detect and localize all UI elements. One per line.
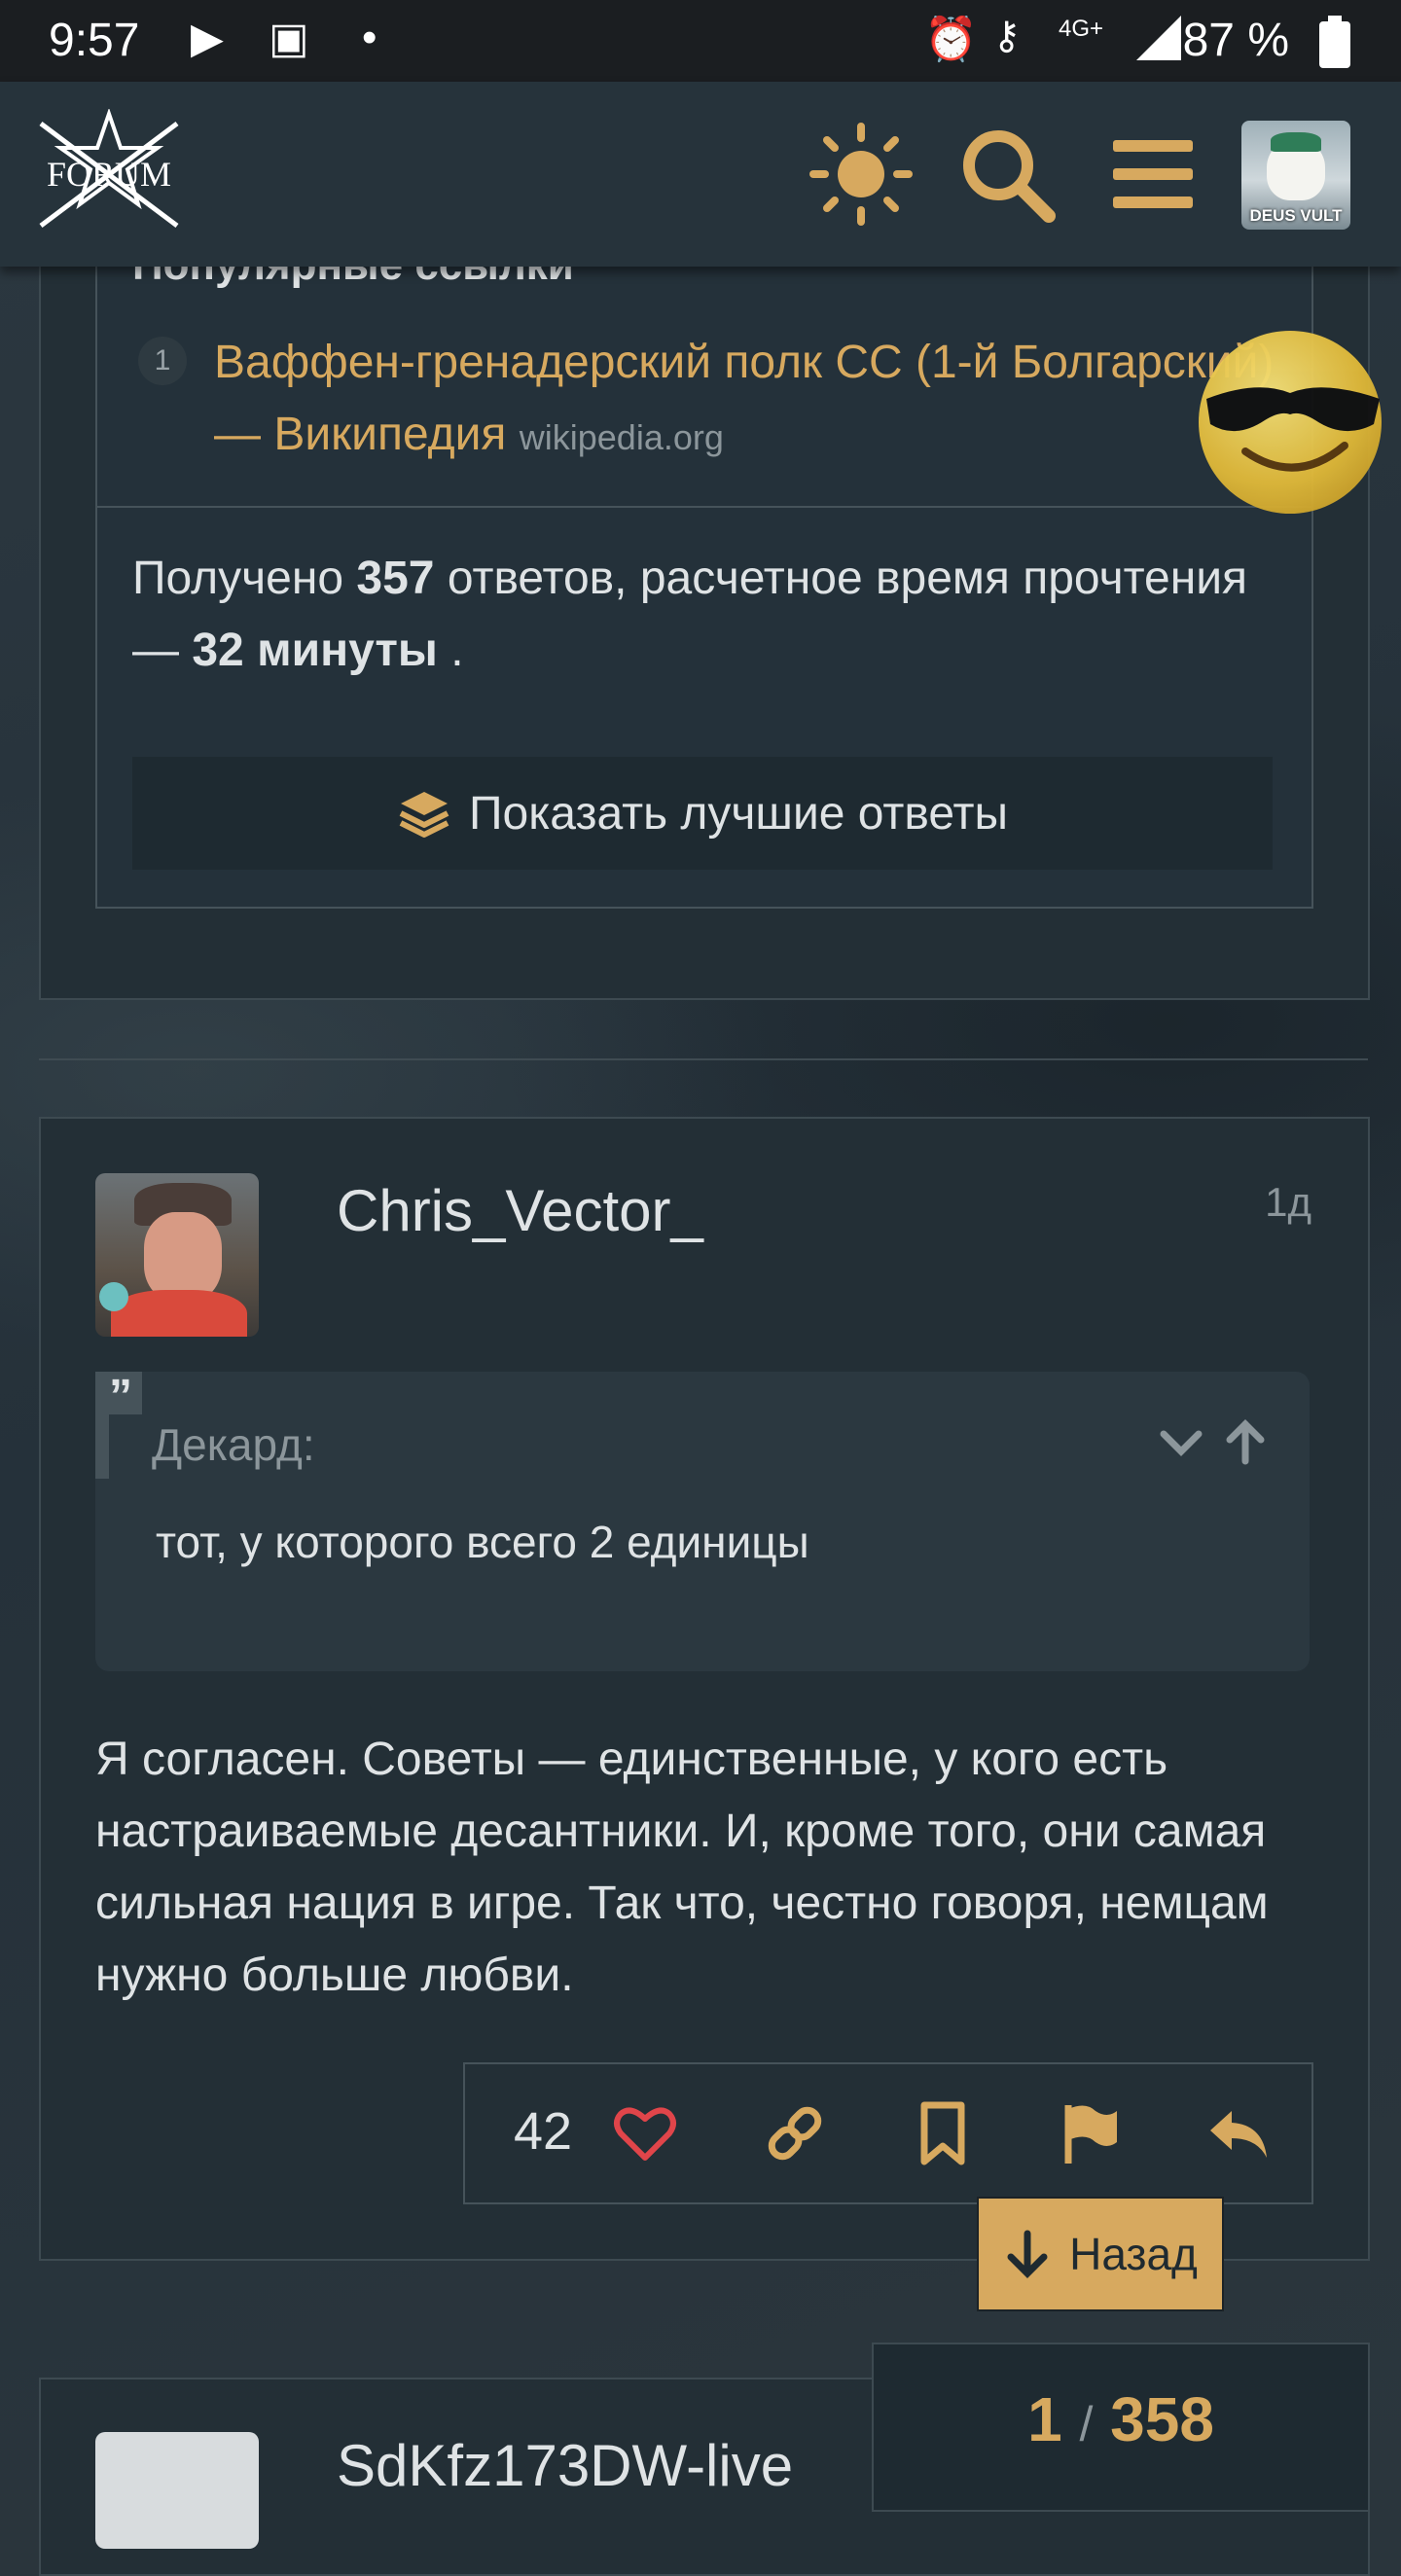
post-timestamp[interactable]: 1д	[1265, 1179, 1311, 1226]
show-best-replies-button[interactable]: Показать лучшие ответы	[132, 757, 1273, 870]
popular-link-title[interactable]: Ваффен-гренадерский полк СС (1-й Болгарс…	[214, 337, 1274, 460]
flag-icon[interactable]	[1057, 2099, 1125, 2167]
progress-separator: /	[1079, 2397, 1094, 2451]
avatar-shirt-shape	[111, 1290, 247, 1337]
status-time: 9:57	[49, 15, 140, 66]
alarm-icon: ⏰	[924, 16, 978, 63]
popular-link[interactable]: Ваффен-гренадерский полк СС (1-й Болгарс…	[214, 327, 1284, 474]
user-avatar[interactable]: DEUS VULT	[1241, 121, 1350, 230]
network-type: 4G+	[1059, 16, 1104, 42]
back-button[interactable]: Назад	[977, 2197, 1224, 2311]
popular-link-domain: wikipedia.org	[519, 417, 724, 457]
dot-icon: •	[362, 14, 377, 61]
back-button-label: Назад	[1069, 2229, 1198, 2279]
signal-icon	[1134, 14, 1183, 73]
chevron-down-icon[interactable]	[1154, 1414, 1208, 1469]
hamburger-menu-icon[interactable]	[1099, 121, 1206, 228]
replies-count: 357	[356, 553, 435, 604]
avatar-caption: DEUS VULT	[1249, 206, 1343, 225]
quote-author[interactable]: Декард:	[152, 1418, 315, 1471]
status-bar: 9:57 ▶ ▣ • ⏰ ⚷ 4G+ 87 %	[0, 0, 1401, 82]
avatar-face-shape	[144, 1212, 222, 1302]
site-header: FORUM DEUS VULT	[0, 82, 1401, 267]
avatar-hat-shape	[1271, 132, 1321, 152]
like-count[interactable]: 42	[514, 2101, 572, 2162]
key-icon: ⚷	[992, 15, 1022, 57]
arrow-down-icon	[1007, 2230, 1048, 2278]
post-divider	[39, 1058, 1368, 1060]
bookmark-icon[interactable]	[909, 2099, 977, 2167]
avatar-medic-badge	[99, 1282, 128, 1311]
next-post-avatar[interactable]	[95, 2432, 259, 2549]
reply-icon[interactable]	[1204, 2099, 1273, 2167]
battery-icon	[1319, 16, 1350, 68]
post-author-avatar[interactable]	[95, 1173, 259, 1337]
quote-text: тот, у которого всего 2 единицы	[156, 1517, 809, 1567]
post-body: Я согласен. Советы — единственные, у ког…	[95, 1734, 1269, 2001]
forum-logo[interactable]: FORUM	[31, 107, 187, 235]
sunglasses-smiley-icon	[1199, 331, 1382, 514]
battery-percent: 87 %	[1182, 15, 1289, 66]
progress-total: 358	[1110, 2384, 1214, 2454]
play-icon: ▶	[191, 15, 224, 62]
summary-prefix: Получено	[132, 553, 344, 604]
layers-icon	[399, 792, 449, 838]
logo-text: FORUM	[46, 155, 172, 194]
topic-progress[interactable]: 1 / 358	[872, 2343, 1370, 2512]
post-actions-bar: 42	[463, 2062, 1313, 2204]
progress-text: 1 / 358	[874, 2383, 1368, 2455]
link-rank: 1	[138, 337, 187, 385]
quote-mark-icon: ”	[99, 1372, 142, 1422]
theme-sun-icon[interactable]	[808, 121, 915, 228]
link-icon[interactable]	[761, 2099, 829, 2167]
read-time: 32 минуты	[192, 625, 438, 676]
image-icon: ▣	[269, 15, 309, 62]
post-author-username[interactable]: Chris_Vector_	[337, 1177, 703, 1244]
next-post-username[interactable]: SdKfz173DW-live	[337, 2432, 793, 2499]
heart-icon[interactable]	[611, 2099, 679, 2167]
topic-summary-text: Получено 357 ответов, расчетное время пр…	[132, 543, 1261, 687]
progress-current: 1	[1027, 2384, 1062, 2454]
quote-block: ” Декард: тот, у которого всего 2 единиц…	[95, 1372, 1310, 1671]
summary-suffix: .	[450, 625, 464, 676]
show-best-replies-label: Показать лучшие ответы	[469, 787, 1008, 840]
search-icon[interactable]	[953, 121, 1060, 228]
arrow-up-icon[interactable]	[1218, 1414, 1273, 1469]
